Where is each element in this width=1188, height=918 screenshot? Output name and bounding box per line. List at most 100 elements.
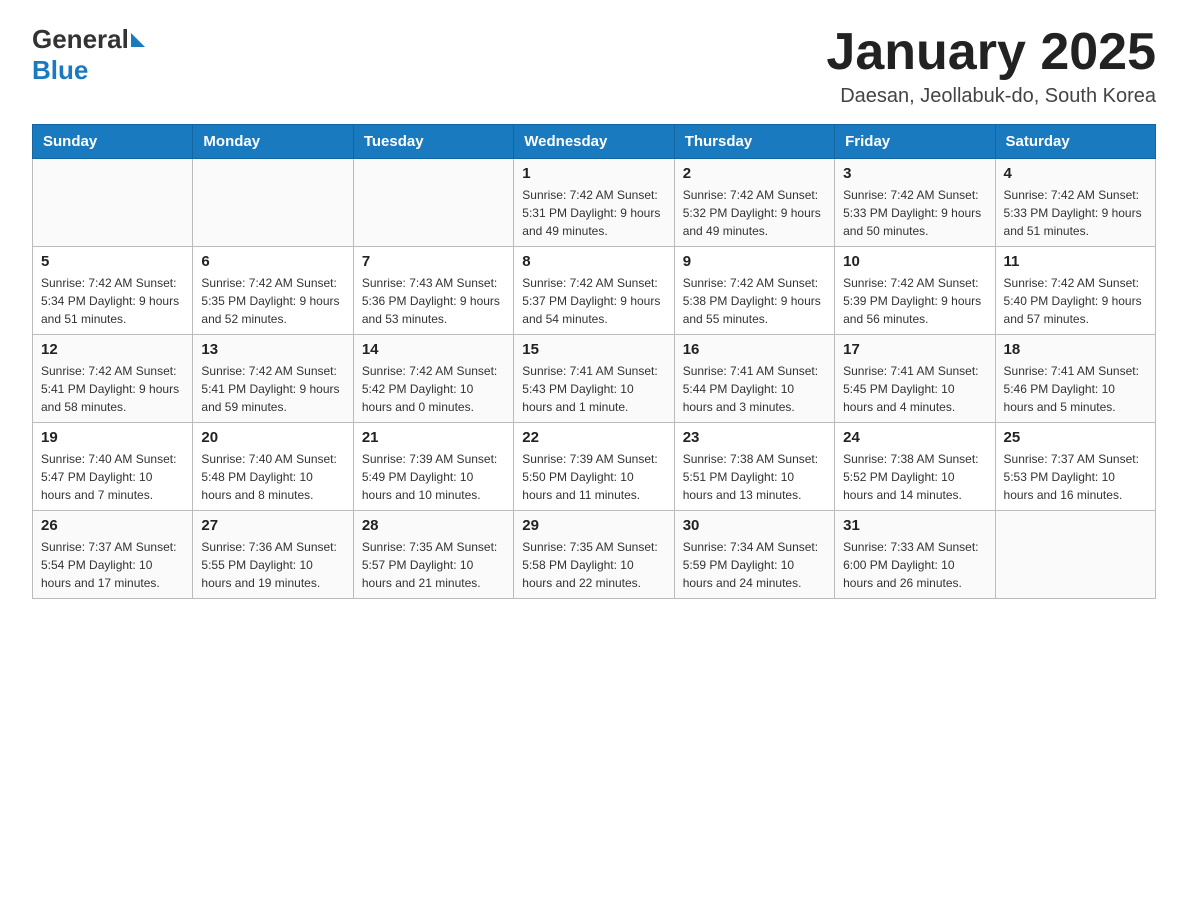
calendar-cell: 15 Sunrise: 7:41 AM Sunset: 5:43 PM Dayli…: [514, 335, 674, 423]
day-number: 13: [201, 341, 344, 358]
calendar-cell: 13 Sunrise: 7:42 AM Sunset: 5:41 PM Dayli…: [193, 335, 353, 423]
day-info: Sunrise: 7:42 AM Sunset: 5:42 PM Dayligh…: [362, 362, 505, 416]
day-info: Sunrise: 7:35 AM Sunset: 5:57 PM Dayligh…: [362, 538, 505, 592]
day-info: Sunrise: 7:36 AM Sunset: 5:55 PM Dayligh…: [201, 538, 344, 592]
day-info: Sunrise: 7:41 AM Sunset: 5:43 PM Dayligh…: [522, 362, 665, 416]
day-number: 18: [1004, 341, 1147, 358]
calendar-week-row: 26Sunrise: 7:37 AM Sunset: 5:54 PM Dayli…: [33, 511, 1156, 599]
day-number: 3: [843, 165, 986, 182]
day-info: Sunrise: 7:43 AM Sunset: 5:36 PM Dayligh…: [362, 274, 505, 328]
calendar-table: SundayMondayTuesdayWednesdayThursdayFrid…: [32, 124, 1156, 599]
day-number: 7: [362, 253, 505, 270]
calendar-cell: 12 Sunrise: 7:42 AM Sunset: 5:41 PM Dayli…: [33, 335, 193, 423]
calendar-cell: 14 Sunrise: 7:42 AM Sunset: 5:42 PM Dayli…: [353, 335, 513, 423]
calendar-cell: 29Sunrise: 7:35 AM Sunset: 5:58 PM Dayli…: [514, 511, 674, 599]
logo-general-text: General: [32, 24, 129, 55]
day-info: Sunrise: 7:42 AM Sunset: 5:39 PM Dayligh…: [843, 274, 986, 328]
day-info: Sunrise: 7:37 AM Sunset: 5:53 PM Dayligh…: [1004, 450, 1147, 504]
day-number: 23: [683, 429, 826, 446]
logo-blue-text: Blue: [32, 55, 88, 85]
calendar-cell: 1 Sunrise: 7:42 AM Sunset: 5:31 PM Daylig…: [514, 159, 674, 247]
day-number: 17: [843, 341, 986, 358]
calendar-cell: 9Sunrise: 7:42 AM Sunset: 5:38 PM Daylig…: [674, 247, 834, 335]
calendar-cell: 22 Sunrise: 7:39 AM Sunset: 5:50 PM Dayli…: [514, 423, 674, 511]
day-number: 14: [362, 341, 505, 358]
calendar-cell: 4Sunrise: 7:42 AM Sunset: 5:33 PM Daylig…: [995, 159, 1155, 247]
day-info: Sunrise: 7:42 AM Sunset: 5:35 PM Dayligh…: [201, 274, 344, 328]
calendar-cell: 8 Sunrise: 7:42 AM Sunset: 5:37 PM Daylig…: [514, 247, 674, 335]
calendar-cell: 6 Sunrise: 7:42 AM Sunset: 5:35 PM Daylig…: [193, 247, 353, 335]
calendar-cell: 31 Sunrise: 7:33 AM Sunset: 6:00 PM Dayli…: [835, 511, 995, 599]
calendar-cell: 16Sunrise: 7:41 AM Sunset: 5:44 PM Dayli…: [674, 335, 834, 423]
page-title: January 2025: [826, 24, 1156, 81]
day-number: 12: [41, 341, 184, 358]
day-info: Sunrise: 7:42 AM Sunset: 5:41 PM Dayligh…: [41, 362, 184, 416]
weekday-header: Saturday: [995, 125, 1155, 159]
day-number: 19: [41, 429, 184, 446]
day-info: Sunrise: 7:42 AM Sunset: 5:37 PM Dayligh…: [522, 274, 665, 328]
day-number: 10: [843, 253, 986, 270]
calendar-cell: 25Sunrise: 7:37 AM Sunset: 5:53 PM Dayli…: [995, 423, 1155, 511]
day-number: 1: [522, 165, 665, 182]
day-number: 30: [683, 517, 826, 534]
day-number: 26: [41, 517, 184, 534]
calendar-cell: [33, 159, 193, 247]
calendar-week-row: 5 Sunrise: 7:42 AM Sunset: 5:34 PM Daylig…: [33, 247, 1156, 335]
day-info: Sunrise: 7:42 AM Sunset: 5:34 PM Dayligh…: [41, 274, 184, 328]
calendar-cell: 27 Sunrise: 7:36 AM Sunset: 5:55 PM Dayli…: [193, 511, 353, 599]
day-number: 11: [1004, 253, 1147, 270]
day-number: 22: [522, 429, 665, 446]
calendar-cell: 23Sunrise: 7:38 AM Sunset: 5:51 PM Dayli…: [674, 423, 834, 511]
day-info: Sunrise: 7:40 AM Sunset: 5:47 PM Dayligh…: [41, 450, 184, 504]
calendar-cell: 3Sunrise: 7:42 AM Sunset: 5:33 PM Daylig…: [835, 159, 995, 247]
day-info: Sunrise: 7:42 AM Sunset: 5:31 PM Dayligh…: [522, 186, 665, 240]
calendar-cell: 24Sunrise: 7:38 AM Sunset: 5:52 PM Dayli…: [835, 423, 995, 511]
calendar-week-row: 12 Sunrise: 7:42 AM Sunset: 5:41 PM Dayli…: [33, 335, 1156, 423]
day-number: 20: [201, 429, 344, 446]
calendar-cell: 5 Sunrise: 7:42 AM Sunset: 5:34 PM Daylig…: [33, 247, 193, 335]
calendar-cell: 11 Sunrise: 7:42 AM Sunset: 5:40 PM Dayli…: [995, 247, 1155, 335]
day-info: Sunrise: 7:42 AM Sunset: 5:38 PM Dayligh…: [683, 274, 826, 328]
day-info: Sunrise: 7:33 AM Sunset: 6:00 PM Dayligh…: [843, 538, 986, 592]
weekday-header: Wednesday: [514, 125, 674, 159]
day-info: Sunrise: 7:42 AM Sunset: 5:40 PM Dayligh…: [1004, 274, 1147, 328]
logo-arrow-icon: [131, 33, 145, 47]
title-block: January 2025 Daesan, Jeollabuk-do, South…: [826, 24, 1156, 108]
day-info: Sunrise: 7:42 AM Sunset: 5:41 PM Dayligh…: [201, 362, 344, 416]
calendar-cell: 30 Sunrise: 7:34 AM Sunset: 5:59 PM Dayli…: [674, 511, 834, 599]
day-info: Sunrise: 7:42 AM Sunset: 5:33 PM Dayligh…: [1004, 186, 1147, 240]
day-number: 31: [843, 517, 986, 534]
day-number: 15: [522, 341, 665, 358]
calendar-cell: 19 Sunrise: 7:40 AM Sunset: 5:47 PM Dayli…: [33, 423, 193, 511]
day-info: Sunrise: 7:41 AM Sunset: 5:44 PM Dayligh…: [683, 362, 826, 416]
day-info: Sunrise: 7:41 AM Sunset: 5:45 PM Dayligh…: [843, 362, 986, 416]
calendar-week-row: 1 Sunrise: 7:42 AM Sunset: 5:31 PM Daylig…: [33, 159, 1156, 247]
calendar-cell: 28 Sunrise: 7:35 AM Sunset: 5:57 PM Dayli…: [353, 511, 513, 599]
day-info: Sunrise: 7:39 AM Sunset: 5:49 PM Dayligh…: [362, 450, 505, 504]
day-number: 28: [362, 517, 505, 534]
day-number: 6: [201, 253, 344, 270]
day-number: 5: [41, 253, 184, 270]
day-info: Sunrise: 7:40 AM Sunset: 5:48 PM Dayligh…: [201, 450, 344, 504]
day-number: 8: [522, 253, 665, 270]
calendar-cell: 10 Sunrise: 7:42 AM Sunset: 5:39 PM Dayli…: [835, 247, 995, 335]
day-number: 27: [201, 517, 344, 534]
logo: General Blue: [32, 24, 147, 86]
calendar-cell: 2Sunrise: 7:42 AM Sunset: 5:32 PM Daylig…: [674, 159, 834, 247]
calendar-cell: [193, 159, 353, 247]
day-info: Sunrise: 7:35 AM Sunset: 5:58 PM Dayligh…: [522, 538, 665, 592]
weekday-header: Tuesday: [353, 125, 513, 159]
day-info: Sunrise: 7:39 AM Sunset: 5:50 PM Dayligh…: [522, 450, 665, 504]
weekday-header: Monday: [193, 125, 353, 159]
day-number: 2: [683, 165, 826, 182]
calendar-cell: 17 Sunrise: 7:41 AM Sunset: 5:45 PM Dayli…: [835, 335, 995, 423]
day-info: Sunrise: 7:34 AM Sunset: 5:59 PM Dayligh…: [683, 538, 826, 592]
page-header: General Blue January 2025 Daesan, Jeolla…: [32, 24, 1156, 108]
calendar-cell: 21 Sunrise: 7:39 AM Sunset: 5:49 PM Dayli…: [353, 423, 513, 511]
day-number: 21: [362, 429, 505, 446]
calendar-cell: [995, 511, 1155, 599]
calendar-header-row: SundayMondayTuesdayWednesdayThursdayFrid…: [33, 125, 1156, 159]
calendar-cell: 7 Sunrise: 7:43 AM Sunset: 5:36 PM Daylig…: [353, 247, 513, 335]
day-info: Sunrise: 7:41 AM Sunset: 5:46 PM Dayligh…: [1004, 362, 1147, 416]
weekday-header: Friday: [835, 125, 995, 159]
